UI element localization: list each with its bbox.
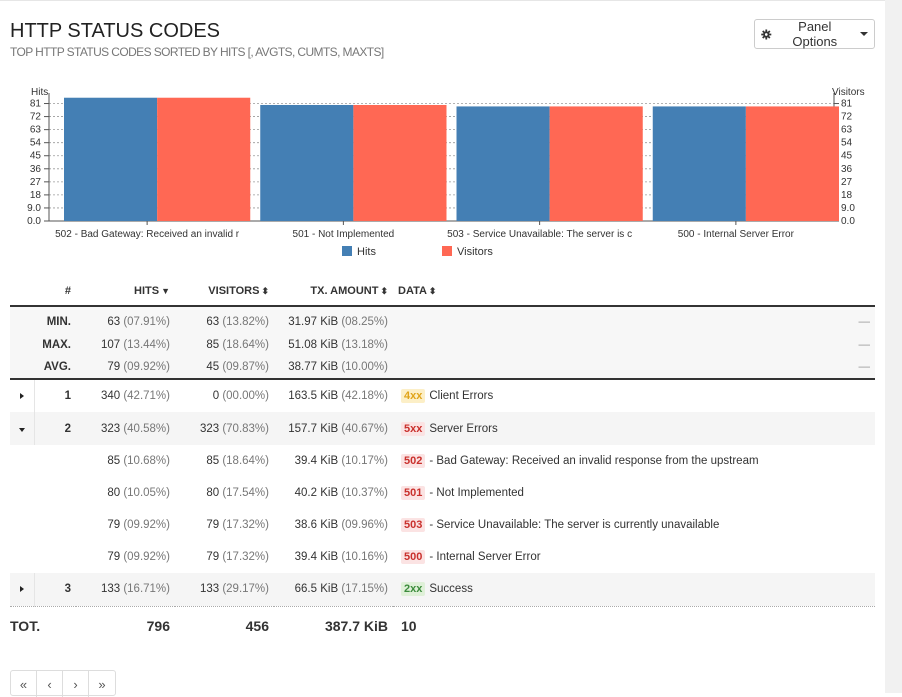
col-tx-amount[interactable]: TX. AMOUNT ⬍ xyxy=(274,276,393,307)
sort-icon: ⬍ xyxy=(380,285,388,296)
collapse-toggle[interactable] xyxy=(10,412,35,445)
bar-hits xyxy=(652,106,746,221)
y-tick-label-left: 36 xyxy=(30,164,42,175)
x-tick-label: 501 - Not Implemented xyxy=(293,229,395,240)
last-page-button[interactable]: » xyxy=(89,671,115,697)
summary-row-avg: AVG. 79 (09.92%) 45 (09.87%) 38.77 KiB (… xyxy=(10,356,875,380)
page-title: HTTP STATUS CODES xyxy=(10,20,221,42)
y-tick-label-right: 9.0 xyxy=(841,203,855,214)
expand-toggle[interactable] xyxy=(10,573,35,607)
summary-row-min: MIN. 63 (07.91%) 63 (13.82%) 31.97 KiB (… xyxy=(10,306,875,333)
sort-icon: ⬍ xyxy=(261,285,269,296)
col-data[interactable]: DATA ⬍ xyxy=(393,276,875,307)
bar-visitors xyxy=(549,106,643,221)
x-tick-label: 500 - Internal Server Error xyxy=(678,229,795,240)
col-num: # xyxy=(34,276,76,307)
caret-down-icon xyxy=(860,32,868,36)
y-tick-label-left: 81 xyxy=(30,99,42,110)
status-badge: 4xx xyxy=(401,389,426,403)
col-hits[interactable]: HITS ▼ xyxy=(76,276,175,307)
scrollbar[interactable] xyxy=(885,0,902,693)
y-axis-label-left: Hits xyxy=(31,87,48,98)
y-tick-label-left: 54 xyxy=(30,138,42,149)
prev-page-button[interactable]: ‹ xyxy=(37,671,63,697)
bar-visitors xyxy=(157,97,251,221)
y-tick-label-left: 0.0 xyxy=(27,216,41,227)
col-visitors[interactable]: VISITORS ⬍ xyxy=(175,276,274,307)
x-tick-label: 502 - Bad Gateway: Received an invalid r xyxy=(55,229,240,240)
child-row: 80 (10.05%) 80 (17.54%) 40.2 KiB (10.37%… xyxy=(107,486,524,500)
legend-swatch-hits xyxy=(342,246,352,256)
legend-swatch-visitors xyxy=(442,246,452,256)
legend-label-hits: Hits xyxy=(357,246,376,258)
y-tick-label-right: 18 xyxy=(841,190,853,201)
page-subtitle: TOP HTTP STATUS CODES SORTED BY HITS [, … xyxy=(10,45,384,59)
pagination: « ‹ › » xyxy=(10,670,116,697)
y-tick-label-left: 45 xyxy=(30,151,42,162)
top-border xyxy=(0,0,902,1)
y-tick-label-left: 63 xyxy=(30,125,42,136)
y-tick-label-left: 9.0 xyxy=(27,203,41,214)
y-tick-label-left: 18 xyxy=(30,190,42,201)
expand-toggle[interactable] xyxy=(10,379,35,412)
bar-visitors xyxy=(353,104,447,221)
y-tick-label-right: 0.0 xyxy=(841,216,855,227)
caret-down-icon xyxy=(19,427,25,432)
table-header-row: # HITS ▼ VISITORS ⬍ TX. AMOUNT ⬍ DATA ⬍ xyxy=(10,276,875,307)
panel-options-label: Panel Options xyxy=(792,19,838,49)
bar-visitors xyxy=(745,106,839,221)
child-row: 85 (10.68%) 85 (18.64%) 39.4 KiB (10.17%… xyxy=(107,454,759,468)
bar-hits xyxy=(64,97,158,221)
first-page-button[interactable]: « xyxy=(11,671,37,697)
y-tick-label-right: 45 xyxy=(841,151,853,162)
x-tick-label: 503 - Service Unavailable: The server is… xyxy=(447,229,632,240)
child-row: 79 (09.92%) 79 (17.32%) 39.4 KiB (10.16%… xyxy=(107,550,541,564)
legend-label-visitors: Visitors xyxy=(457,246,493,258)
status-codes-table: # HITS ▼ VISITORS ⬍ TX. AMOUNT ⬍ DATA ⬍ MIN.… xyxy=(10,276,875,646)
next-page-button[interactable]: › xyxy=(63,671,89,697)
y-tick-label-left: 27 xyxy=(30,177,42,188)
gear-icon xyxy=(761,28,772,40)
caret-right-icon xyxy=(20,586,24,593)
total-row: TOT. 796 456 387.7 KiB 10 xyxy=(10,618,417,635)
table-row[interactable]: 2 323 (40.58%) 323 (70.83%) 157.7 KiB (4… xyxy=(10,412,875,445)
table-row[interactable]: 3 133 (16.71%) 133 (29.17%) 66.5 KiB (17… xyxy=(10,573,875,607)
y-tick-label-right: 27 xyxy=(841,177,853,188)
status-badge: 5xx xyxy=(401,421,426,436)
y-tick-label-right: 81 xyxy=(841,99,853,110)
panel-options-button[interactable]: Panel Options xyxy=(754,19,875,49)
y-axis-label-right: Visitors xyxy=(832,87,865,98)
status-badge: 2xx xyxy=(401,582,426,597)
sort-desc-icon: ▼ xyxy=(161,285,170,296)
status-badge: 503 xyxy=(401,518,426,532)
bar-hits xyxy=(260,104,354,221)
y-tick-label-right: 63 xyxy=(841,125,853,136)
status-codes-chart: 0.0 0.0 9.0 9.0 18 18 27 27 36 36 45 45 54 54 63 63 72 72… xyxy=(27,87,865,258)
bar-hits xyxy=(456,106,550,221)
status-badge: 501 xyxy=(401,486,426,500)
y-tick-label-right: 54 xyxy=(841,138,853,149)
sort-icon: ⬍ xyxy=(428,285,437,296)
y-tick-label-right: 36 xyxy=(841,164,853,175)
table-row[interactable]: 1 340 (42.71%) 0 (00.00%) 163.5 KiB (42.… xyxy=(10,379,875,412)
y-tick-label-right: 72 xyxy=(841,112,853,123)
child-row: 79 (09.92%) 79 (17.32%) 38.6 KiB (09.96%… xyxy=(107,518,720,532)
status-badge: 500 xyxy=(401,550,426,564)
summary-row-max: MAX. 107 (13.44%) 85 (18.64%) 51.08 KiB … xyxy=(10,333,875,356)
status-badge: 502 xyxy=(401,454,426,468)
y-tick-label-left: 72 xyxy=(30,112,42,123)
caret-right-icon xyxy=(20,393,24,399)
